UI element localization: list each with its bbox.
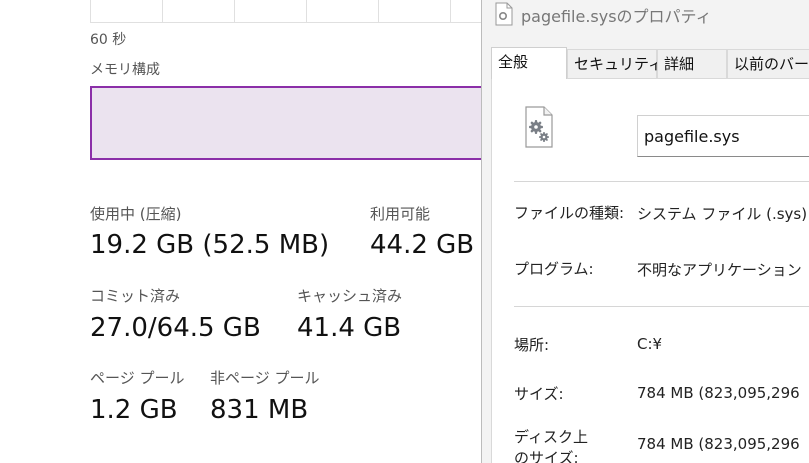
size-on-disk-label-line1: ディスク上: [514, 428, 588, 446]
separator: [514, 306, 809, 307]
size-on-disk-label-line2: のサイズ:: [514, 449, 579, 463]
separator: [514, 181, 809, 182]
paged-pool-label: ページ プール: [90, 369, 185, 387]
size-on-disk-label: ディスク上 のサイズ:: [514, 427, 588, 463]
location-label: 場所:: [514, 336, 550, 354]
file-properties-dialog: pagefile.sysのプロパティ 全般 セキュリティ 詳細 以前のバー pa…: [481, 0, 809, 463]
graph-grid-cell: [378, 0, 451, 23]
graph-grid-cell: [90, 0, 163, 23]
tab-details[interactable]: 詳細: [657, 49, 727, 78]
tab-security[interactable]: セキュリティ: [567, 49, 663, 78]
committed-value: 27.0/64.5 GB: [90, 313, 261, 343]
size-on-disk-value: 784 MB (823,095,296: [637, 435, 800, 453]
file-name-input[interactable]: [637, 115, 809, 157]
size-label: サイズ:: [514, 385, 564, 403]
program-value: 不明なアプリケーション: [637, 261, 802, 279]
size-value: 784 MB (823,095,296: [637, 384, 800, 402]
graph-grid-cell: [306, 0, 379, 23]
dialog-border: [481, 0, 482, 463]
file-type-value: システム ファイル (.sys): [637, 205, 808, 223]
graph-time-label: 60 秒: [90, 32, 127, 48]
in-use-value: 19.2 GB (52.5 MB): [90, 230, 330, 260]
nonpaged-pool-label: 非ページ プール: [210, 369, 320, 387]
tab-general[interactable]: 全般: [491, 47, 567, 79]
system-file-gear-icon: [525, 106, 553, 148]
graph-grid-cell: [234, 0, 307, 23]
file-type-label: ファイルの種類:: [514, 204, 625, 222]
memory-composition-label: メモリ構成: [90, 62, 160, 78]
graph-grid-cell: [162, 0, 235, 23]
paged-pool-value: 1.2 GB: [90, 395, 178, 425]
program-label: プログラム:: [514, 260, 594, 278]
committed-label: コミット済み: [90, 287, 181, 305]
memory-composition-bar[interactable]: [90, 86, 481, 160]
tab-previous-versions[interactable]: 以前のバー: [727, 49, 809, 78]
graph-grid-cell: [450, 0, 481, 23]
location-value: C:¥: [637, 335, 663, 353]
general-tab-panel: ファイルの種類: システム ファイル (.sys) プログラム: 不明なアプリケ…: [491, 78, 809, 463]
cached-value: 41.4 GB: [297, 313, 402, 343]
dialog-title: pagefile.sysのプロパティ: [521, 7, 712, 26]
dialog-tabs: 全般 セキュリティ 詳細 以前のバー: [491, 47, 809, 79]
system-file-title-icon: [495, 2, 513, 26]
cached-label: キャッシュ済み: [297, 287, 403, 305]
task-manager-memory-panel: 60 秒 メモリ構成 使用中 (圧縮) 19.2 GB (52.5 MB) 利用…: [0, 0, 481, 463]
available-label: 利用可能: [370, 205, 431, 223]
available-value: 44.2 GB: [370, 230, 475, 260]
in-use-label: 使用中 (圧縮): [90, 205, 182, 223]
nonpaged-pool-value: 831 MB: [210, 395, 309, 425]
